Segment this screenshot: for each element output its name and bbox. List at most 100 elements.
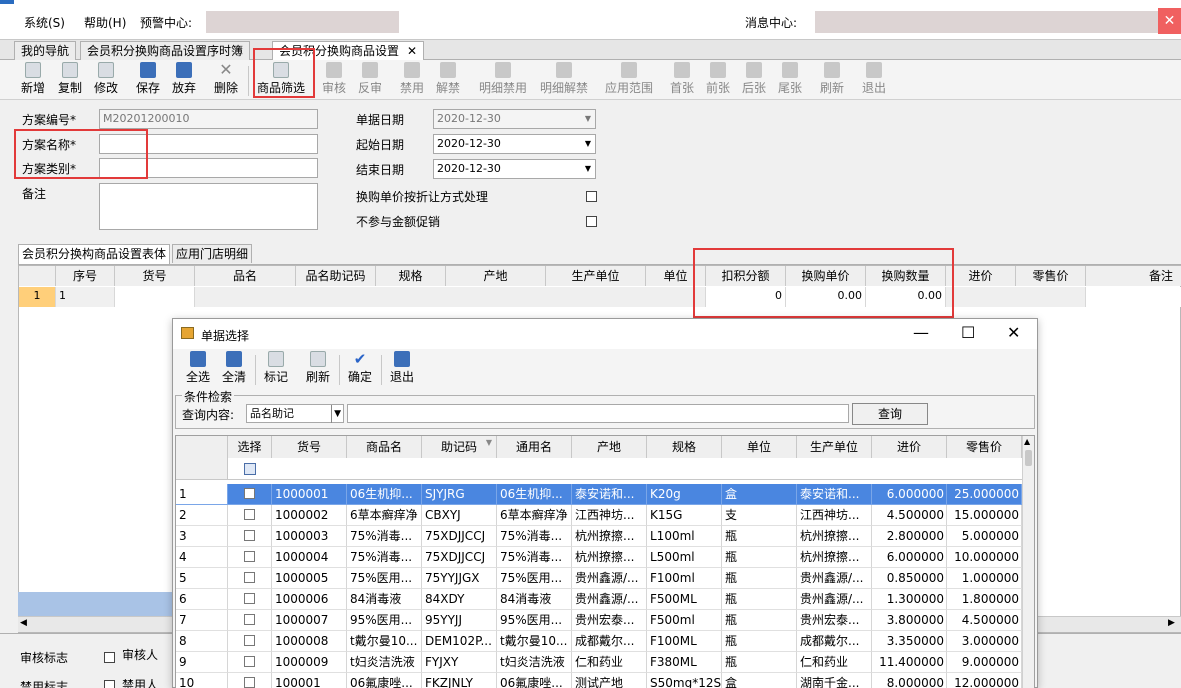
row-select-cell[interactable] [228,652,272,673]
table-cell[interactable]: t戴尔曼10... [497,631,572,652]
row-checkbox[interactable] [244,488,255,499]
row-select-cell[interactable] [228,568,272,589]
query-field-select[interactable]: 品名助记 ▼ [246,404,344,423]
table-cell[interactable]: 8.000000 [872,673,947,688]
apply-scope-button[interactable]: 应用范围 [602,62,656,96]
table-cell[interactable]: 瓶 [722,631,797,652]
col-header[interactable]: 换购单价 [786,266,866,286]
table-cell[interactable]: L500ml [647,547,722,568]
table-cell[interactable]: 瓶 [722,547,797,568]
row-number[interactable]: 1 [19,287,56,307]
row-checkbox[interactable] [244,530,255,541]
clear-all-button[interactable]: 全清 [217,351,251,385]
col-header[interactable]: 换购数量 [866,266,946,286]
col-header[interactable]: 选择 [228,436,272,458]
scheme-type-input[interactable] [99,158,318,178]
row-checkbox[interactable] [244,656,255,667]
table-cell[interactable]: t妇炎洁洗液 [497,652,572,673]
end-date-picker[interactable]: 2020-12-30 ▼ [433,159,596,179]
row-checkbox[interactable] [244,635,255,646]
table-cell[interactable]: 25.000000 [947,484,1022,505]
enable-button[interactable]: 解禁 [431,62,465,96]
table-cell[interactable]: 盒 [722,673,797,688]
chevron-down-icon[interactable]: ▼ [331,405,341,423]
select-all-button[interactable]: 全选 [181,351,215,385]
table-row[interactable]: 7 1000007 95%医用... 95YYJJ 95%医用... 贵州宏泰... F50… [176,610,1022,631]
col-header[interactable]: 品名助记码 [296,266,376,286]
table-cell[interactable]: CBXYJ [422,505,497,526]
table-cell[interactable]: 1.800000 [947,589,1022,610]
table-cell[interactable]: F380ML [647,652,722,673]
remark-textarea[interactable] [99,183,318,230]
table-cell[interactable]: 1000003 [272,526,347,547]
tab-scheme-settings[interactable]: 会员积分换购商品设置 ✕ [272,41,425,61]
table-cell[interactable]: 1000007 [272,610,347,631]
table-cell[interactable]: 贵州鑫源/... [797,589,872,610]
table-cell[interactable]: 0.850000 [872,568,947,589]
table-row[interactable]: 10 100001 06氟康唑... FKZJNLY 06氟康唑... 测试产地 S50mg… [176,673,1022,688]
tab-detail-body[interactable]: 会员积分换构商品设置表体 [18,244,171,264]
table-cell[interactable]: 100001 [272,673,347,688]
delete-button[interactable]: ✕ 删除 [209,62,243,96]
table-cell[interactable]: 1000001 [272,484,347,505]
vertical-scrollbar[interactable]: ▲ [1022,436,1034,688]
confirm-button[interactable]: ✔ 确定 [343,351,377,385]
row-select-cell[interactable] [228,526,272,547]
table-cell[interactable]: FYJXY [422,652,497,673]
table-cell[interactable]: 湖南千金... [797,673,872,688]
table-cell[interactable]: FKZJNLY [422,673,497,688]
table-cell[interactable]: K15G [647,505,722,526]
table-cell[interactable]: 6.000000 [872,547,947,568]
table-cell[interactable]: 3.000000 [947,631,1022,652]
row-select-cell[interactable] [228,631,272,652]
row-select-cell[interactable] [228,589,272,610]
table-cell[interactable]: 06氟康唑... [347,673,422,688]
table-cell[interactable]: 84消毒液 [347,589,422,610]
scroll-right-icon[interactable]: ▶ [1168,618,1175,628]
table-cell[interactable]: 瓶 [722,652,797,673]
table-cell[interactable]: 06生机抑... [497,484,572,505]
tab-scheme-list[interactable]: 会员积分换购商品设置序时簿 [80,41,251,60]
chevron-down-icon[interactable]: ▼ [585,160,591,178]
col-header[interactable]: 零售价 [947,436,1022,458]
table-row[interactable]: 1 1000001 06生机抑... SJYJRG 06生机抑... 泰安诺和... K20… [176,484,1022,505]
dialog-exit-button[interactable]: 退出 [385,351,419,385]
col-header[interactable]: 扣积分额 [706,266,786,286]
cell-price[interactable]: 0.00 [786,287,866,307]
col-header[interactable]: 规格 [647,436,722,458]
table-cell[interactable]: 瓶 [722,589,797,610]
row-checkbox[interactable] [244,551,255,562]
table-cell[interactable]: 1.000000 [947,568,1022,589]
table-cell[interactable]: 贵州鑫源/... [572,589,647,610]
table-cell[interactable]: 盒 [722,484,797,505]
table-cell[interactable]: 84消毒液 [497,589,572,610]
table-cell[interactable]: 1.300000 [872,589,947,610]
cell-qty[interactable]: 0.00 [866,287,946,307]
col-header[interactable]: 货号 [272,436,347,458]
table-cell[interactable]: 杭州撩擦... [572,547,647,568]
table-row[interactable]: 6 1000006 84消毒液 84XDY 84消毒液 贵州鑫源/... F500ML 瓶贵州… [176,589,1022,610]
refresh-button[interactable]: 刷新 [815,62,849,96]
row-checkbox[interactable] [244,677,255,688]
next-button[interactable]: 后张 [737,62,771,96]
table-cell[interactable]: F500ML [647,589,722,610]
table-cell[interactable]: S50mg*12S [647,673,722,688]
col-header[interactable]: 规格 [376,266,446,286]
table-cell[interactable]: 1000006 [272,589,347,610]
table-row[interactable]: 5 1000005 75%医用... 75YYJJGX 75%医用... 贵州鑫源/...… [176,568,1022,589]
col-header[interactable]: 备注 [1086,266,1181,286]
col-header[interactable]: 生产单位 [797,436,872,458]
table-cell[interactable]: t戴尔曼10... [347,631,422,652]
table-cell[interactable]: F100ml [647,568,722,589]
table-cell[interactable]: 仁和药业 [572,652,647,673]
table-cell[interactable]: 1000005 [272,568,347,589]
alert-center-field[interactable] [206,11,399,33]
table-cell[interactable]: F100ML [647,631,722,652]
table-cell[interactable]: 1000008 [272,631,347,652]
table-cell[interactable]: 75XDJJCCJ [422,547,497,568]
detail-enable-button[interactable]: 明细解禁 [537,62,591,96]
maximize-icon[interactable]: ☐ [961,325,975,341]
row-checkbox[interactable] [244,572,255,583]
table-cell[interactable]: 95%医用... [497,610,572,631]
table-cell[interactable]: 84XDY [422,589,497,610]
